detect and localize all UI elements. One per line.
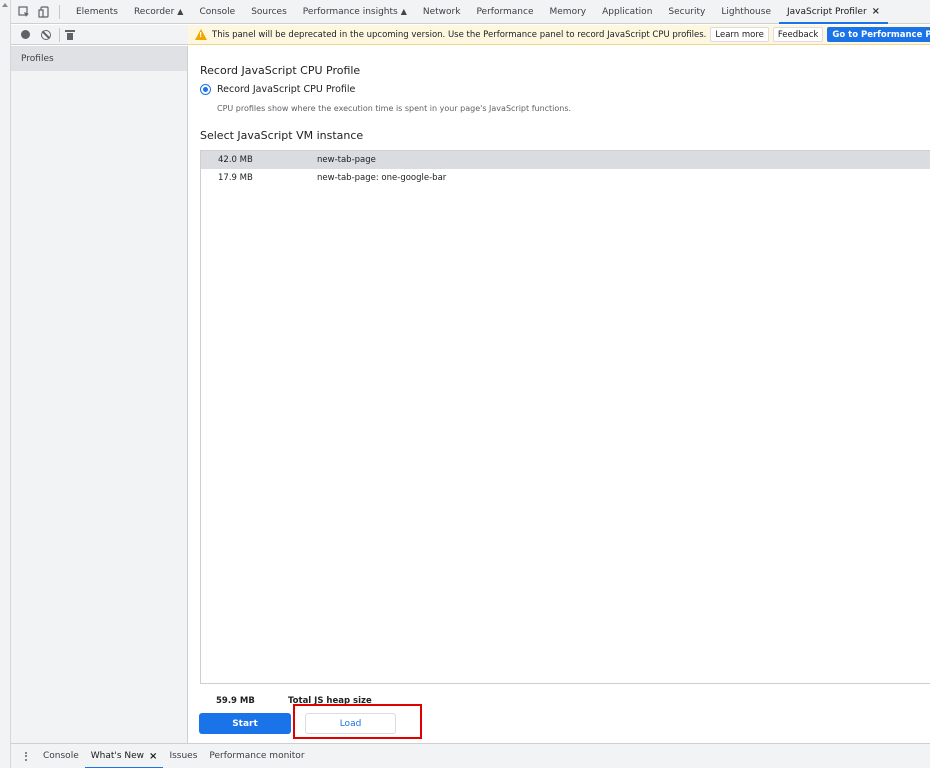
drawer-tab-issues[interactable]: Issues [163,744,203,768]
drawer-tab-console[interactable]: Console [37,744,85,768]
tab-performance[interactable]: Performance [468,0,541,24]
banner-text: This panel will be deprecated in the upc… [212,30,706,40]
tab-label: Application [602,7,652,17]
tab-network[interactable]: Network [415,0,469,24]
close-tab-icon[interactable]: × [872,6,880,17]
tab-sources[interactable]: Sources [243,0,295,24]
tab-label: Console [199,7,235,17]
drawer-tab-label: Console [43,751,79,761]
scroll-gutter[interactable] [0,0,11,768]
scroll-up-arrow-icon[interactable] [2,3,8,7]
clear-icon[interactable] [41,30,51,40]
drawer-menu-icon[interactable] [19,752,33,761]
profiler-main-panel: Record JavaScript CPU Profile Record Jav… [189,46,930,743]
vm-heap-size: 42.0 MB [201,155,317,165]
toolbar-divider [59,5,60,19]
tab-security[interactable]: Security [660,0,713,24]
drawer-tab-what-s-new[interactable]: What's New × [85,744,164,768]
radio-label: Record JavaScript CPU Profile [217,84,355,95]
deprecation-banner: ! This panel will be deprecated in the u… [188,25,930,45]
record-title: Record JavaScript CPU Profile [200,64,360,77]
tab-label: Performance [476,7,533,17]
tab-elements[interactable]: Elements [68,0,126,24]
tab-label: Elements [76,7,118,17]
record-icon[interactable] [21,30,30,39]
highlight-box [293,704,422,739]
tab-label: Performance insights [303,7,398,17]
record-cpu-profile-radio[interactable]: Record JavaScript CPU Profile [200,84,355,95]
drawer-tab-performance-monitor[interactable]: Performance monitor [203,744,310,768]
start-button[interactable]: Start [199,713,291,734]
trash-icon[interactable] [66,30,74,40]
tab-recorder[interactable]: Recorder▲ [126,0,192,24]
tab-label: Memory [550,7,587,17]
tab-label: Lighthouse [721,7,771,17]
profiles-sidebar: Profiles [11,46,188,743]
main-tab-bar: ElementsRecorder▲ConsoleSourcesPerforman… [11,0,930,24]
close-tab-icon[interactable]: × [149,751,157,762]
tab-javascript-profiler[interactable]: JavaScript Profiler × [779,0,888,24]
drawer-tab-label: Performance monitor [209,751,304,761]
drawer-tab-label: What's New [91,751,144,761]
inspect-element-icon[interactable] [17,5,31,19]
toolbar-divider [59,28,60,42]
tab-lighthouse[interactable]: Lighthouse [713,0,779,24]
go-to-performance-panel-button[interactable]: Go to Performance Panel [827,27,930,42]
vm-row[interactable]: 42.0 MB new-tab-page [201,151,930,169]
tab-application[interactable]: Application [594,0,660,24]
tab-console[interactable]: Console [191,0,243,24]
radio-description: CPU profiles show where the execution ti… [217,104,571,113]
device-toolbar-icon[interactable] [37,5,51,19]
feedback-button[interactable]: Feedback [773,27,823,42]
learn-more-button[interactable]: Learn more [710,27,768,42]
tab-label: JavaScript Profiler [787,7,867,17]
vm-instance-list: 42.0 MB new-tab-page 17.9 MB new-tab-pag… [200,150,930,684]
drawer-tab-label: Issues [169,751,197,761]
vm-name: new-tab-page [317,155,376,165]
tab-memory[interactable]: Memory [542,0,595,24]
warning-icon: ! [195,29,207,40]
tab-label: Network [423,7,461,17]
vm-heap-size: 17.9 MB [201,173,317,183]
sidebar-heading-profiles[interactable]: Profiles [11,46,187,71]
radio-selected-icon[interactable] [200,84,211,95]
tab-label: Recorder [134,7,174,17]
drawer-tab-bar: Console What's New × Issues Performance moni… [11,743,930,768]
experimental-flask-icon: ▲ [401,7,407,16]
tab-performance-insights[interactable]: Performance insights▲ [295,0,415,24]
total-heap-size: 59.9 MB [216,696,288,706]
profiler-toolbar [11,25,188,45]
tab-label: Sources [251,7,287,17]
vm-row[interactable]: 17.9 MB new-tab-page: one-google-bar [201,169,930,187]
tab-label: Security [668,7,705,17]
experimental-flask-icon: ▲ [177,7,183,16]
vm-name: new-tab-page: one-google-bar [317,173,446,183]
vm-instance-title: Select JavaScript VM instance [200,129,363,142]
